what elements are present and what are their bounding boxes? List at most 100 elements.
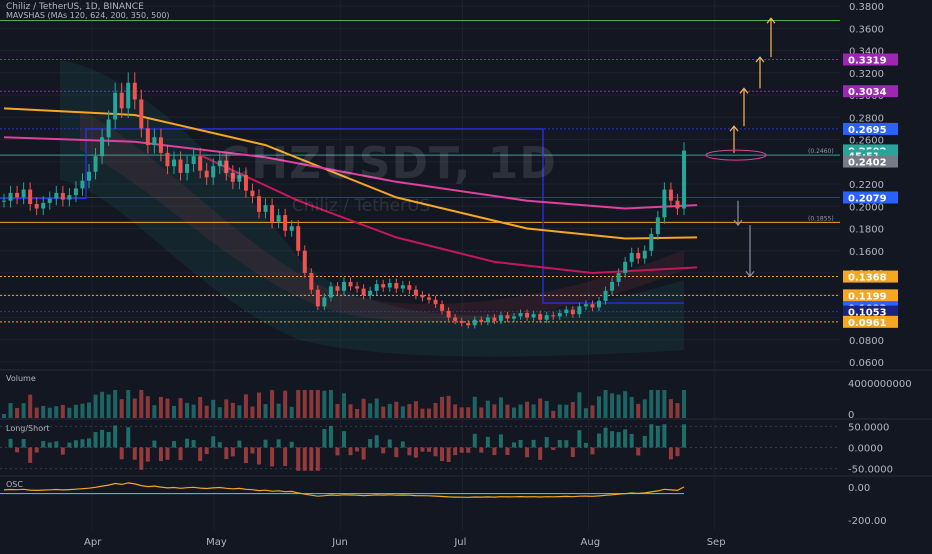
ls-bar-88	[577, 430, 582, 448]
ls-bar-20	[132, 447, 137, 460]
candle-body-85	[557, 313, 562, 317]
ls-bar-30	[198, 447, 203, 461]
candle-body-86	[564, 309, 569, 314]
ls-bar-37	[243, 447, 248, 464]
candle-body-26	[172, 159, 176, 167]
ls-bar-22	[145, 447, 150, 462]
volume-bar-12	[80, 403, 85, 418]
ls-bar-3	[21, 438, 26, 448]
candle-body-83	[544, 315, 549, 320]
ls-bar-35	[230, 447, 235, 457]
candle-body-40	[263, 205, 268, 212]
main-y-tick-6: 0.1800	[849, 225, 884, 236]
ls-y-tick-0: 50.0000	[848, 422, 889, 433]
volume-bar-34	[224, 399, 229, 418]
candle-body-54	[355, 286, 360, 289]
ls-bar-95	[623, 429, 628, 448]
volume-bar-25	[165, 398, 170, 418]
volume-bar-62	[407, 404, 412, 418]
osc-pane-title: OSC	[6, 480, 23, 489]
candle-body-38	[250, 190, 255, 197]
candle-body-56	[368, 290, 373, 296]
ls-bar-8	[54, 441, 59, 448]
volume-bar-98	[642, 399, 647, 418]
candle-body-0	[2, 200, 6, 202]
ls-bar-93	[610, 431, 615, 448]
ls-bar-19	[126, 427, 131, 448]
volume-bar-97	[636, 403, 641, 418]
ls-bar-38	[250, 447, 255, 454]
candle-body-74	[485, 317, 490, 322]
volume-bar-101	[662, 390, 667, 418]
chart-svg[interactable]: (0.2460)(0.1855)0.06000.08000.10000.1200…	[0, 0, 932, 550]
candle-body-102	[668, 189, 673, 201]
x-tick-2: Jun	[331, 537, 348, 548]
ls-bar-84	[551, 447, 556, 450]
ls-bar-58	[381, 447, 386, 454]
volume-bar-42	[276, 403, 281, 418]
ls-bar-70	[459, 447, 464, 453]
volume-bar-86	[564, 404, 569, 418]
ls-bar-71	[466, 447, 471, 453]
ls-bar-4	[28, 447, 33, 463]
ls-bar-7	[47, 442, 52, 448]
main-y-tick-13: 0.3200	[849, 69, 884, 80]
volume-bar-13	[87, 402, 91, 418]
candle-body-55	[361, 288, 366, 296]
volume-bar-83	[544, 400, 549, 418]
volume-bar-5	[34, 407, 39, 418]
ls-bar-55	[361, 447, 366, 460]
main-y-tick-1: 0.0800	[849, 336, 884, 347]
ls-bar-45	[296, 447, 301, 471]
volume-bar-37	[243, 394, 248, 418]
candle-body-95	[623, 261, 628, 273]
candle-body-27	[178, 159, 183, 173]
volume-bar-31	[204, 405, 209, 418]
ls-bar-78	[512, 442, 516, 448]
main-y-tick-5: 0.1600	[849, 247, 884, 258]
candle-body-12	[80, 180, 85, 189]
candle-body-11	[73, 188, 78, 196]
volume-bar-40	[263, 404, 268, 418]
candle-body-60	[394, 283, 399, 289]
candle-body-10	[67, 195, 72, 200]
candle-body-42	[276, 215, 281, 222]
volume-bar-84	[551, 410, 556, 418]
ls-bar-24	[158, 447, 163, 462]
indicator-header: MAVSHAS (MAs 120, 624, 200, 350, 500)	[6, 11, 170, 20]
candle-body-100	[655, 217, 660, 235]
ls-bar-21	[139, 447, 144, 470]
volume-bar-45	[296, 390, 301, 418]
ls-bar-23	[152, 440, 157, 448]
candle-body-70	[459, 320, 464, 324]
candle-body-31	[204, 170, 209, 178]
ls-bar-75	[492, 447, 497, 456]
ls-bar-43	[283, 447, 288, 467]
candle-body-75	[492, 317, 497, 321]
candle-body-3	[21, 189, 26, 198]
ls-bar-72	[472, 433, 477, 448]
candle-body-90	[590, 304, 595, 308]
volume-bar-41	[270, 390, 275, 418]
candle-body-48	[315, 289, 320, 307]
volume-bar-14	[93, 394, 98, 418]
ls-bar-97	[636, 447, 641, 456]
volume-bar-56	[368, 403, 373, 418]
volume-bar-28	[185, 402, 190, 418]
candle-body-9	[60, 192, 65, 200]
ls-bar-90	[590, 447, 595, 455]
chart-root[interactable]: (0.2460)(0.1855)0.06000.08000.10000.1200…	[0, 0, 932, 550]
watermark-description: Chiliz / TetherUS	[292, 196, 431, 216]
volume-bar-32	[211, 399, 216, 418]
ls-bar-28	[185, 438, 190, 448]
volume-bar-21	[139, 390, 144, 418]
candle-body-63	[413, 289, 418, 296]
volume-bar-50	[328, 390, 333, 418]
ls-bar-87	[570, 447, 575, 457]
candle-body-16	[106, 119, 111, 138]
candle-body-8	[54, 192, 59, 199]
annotation-2460: (0.2460)	[808, 148, 834, 155]
candle-body-49	[322, 297, 327, 307]
price-tag-8: 0.1199	[848, 291, 887, 302]
volume-bar-35	[230, 402, 235, 418]
